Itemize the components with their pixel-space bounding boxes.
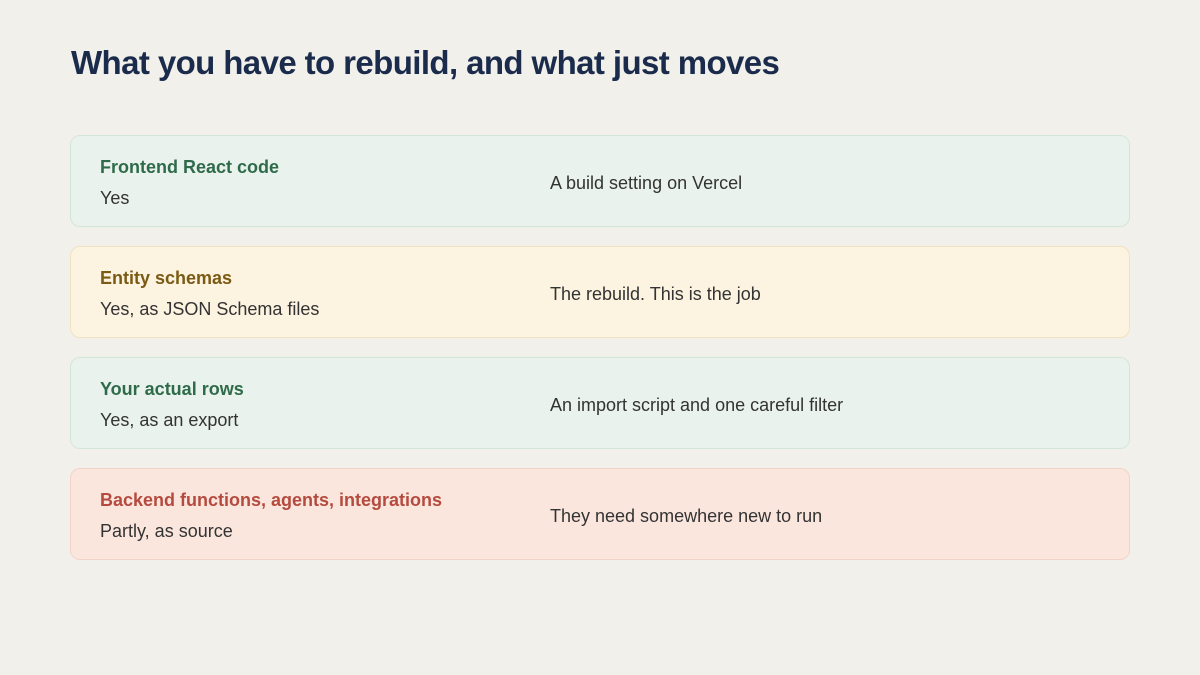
row-heading: Frontend React code bbox=[100, 157, 280, 177]
row-note: A build setting on Vercel bbox=[550, 173, 743, 193]
row-your-actual-rows: Your actual rows Yes, as an export An im… bbox=[70, 357, 1130, 449]
row-heading: Your actual rows bbox=[100, 379, 244, 399]
row-answer: Yes bbox=[100, 188, 130, 208]
row-frontend-react-code: Frontend React code Yes A build setting … bbox=[70, 135, 1130, 227]
row-backend-functions: Backend functions, agents, integrations … bbox=[70, 468, 1130, 560]
row-heading: Backend functions, agents, integrations bbox=[100, 490, 443, 510]
row-note: An import script and one careful filter bbox=[550, 395, 844, 415]
row-answer: Partly, as source bbox=[100, 521, 233, 541]
row-entity-schemas: Entity schemas Yes, as JSON Schema files… bbox=[70, 246, 1130, 338]
comparison-list: Frontend React code Yes A build setting … bbox=[70, 135, 1130, 579]
page-title: What you have to rebuild, and what just … bbox=[71, 44, 780, 81]
row-heading: Entity schemas bbox=[100, 268, 233, 288]
row-answer: Yes, as an export bbox=[100, 410, 239, 430]
row-note: They need somewhere new to run bbox=[550, 506, 823, 526]
row-note: The rebuild. This is the job bbox=[550, 284, 761, 304]
row-answer: Yes, as JSON Schema files bbox=[100, 299, 320, 319]
